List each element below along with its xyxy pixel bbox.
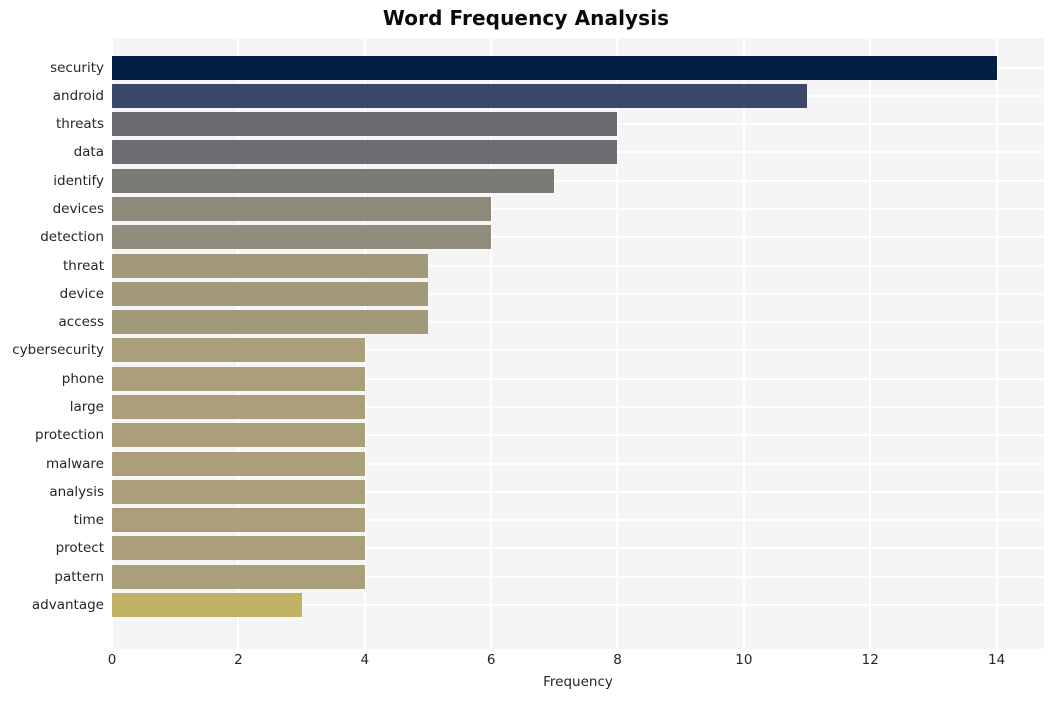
x-axis-label: Frequency xyxy=(543,674,613,690)
y-tick-label-large: large xyxy=(69,398,104,415)
x-tick-label-6: 6 xyxy=(486,652,496,668)
bar-time[interactable] xyxy=(112,508,365,533)
bar-security[interactable] xyxy=(112,55,997,80)
y-tick-label-data: data xyxy=(73,144,104,161)
bar-protect[interactable] xyxy=(112,536,365,561)
y-tick-label-android: android xyxy=(52,87,104,104)
bar-access[interactable] xyxy=(112,310,428,335)
bar-analysis[interactable] xyxy=(112,479,365,504)
gridline-vertical xyxy=(869,38,872,649)
x-tick-label-8: 8 xyxy=(613,652,622,668)
bar-device[interactable] xyxy=(112,281,428,306)
plot-area xyxy=(112,38,1044,649)
bar-identify[interactable] xyxy=(112,168,555,193)
y-tick-label-devices: devices xyxy=(52,200,104,217)
y-tick-label-protect: protect xyxy=(55,540,104,557)
y-tick-label-time: time xyxy=(73,512,104,529)
y-tick-label-protection: protection xyxy=(35,427,104,444)
x-tick-label-4: 4 xyxy=(360,652,370,668)
y-tick-label-analysis: analysis xyxy=(49,483,104,500)
x-tick-label-10: 10 xyxy=(735,652,753,668)
chart-title: Word Frequency Analysis xyxy=(382,6,670,30)
bar-pattern[interactable] xyxy=(112,564,365,589)
y-tick-label-access: access xyxy=(58,314,105,331)
x-tick-label-12: 12 xyxy=(861,652,879,668)
y-tick-label-security: security xyxy=(50,59,104,76)
x-tick-label-2: 2 xyxy=(234,652,243,668)
bar-malware[interactable] xyxy=(112,451,365,476)
x-tick-label-0: 0 xyxy=(107,652,117,668)
gridline-vertical xyxy=(742,38,745,649)
y-tick-label-malware: malware xyxy=(45,455,104,472)
y-tick-label-cybersecurity: cybersecurity xyxy=(12,342,104,359)
bar-android[interactable] xyxy=(112,83,808,108)
y-tick-label-identify: identify xyxy=(53,172,104,189)
bar-large[interactable] xyxy=(112,394,365,419)
y-tick-label-detection: detection xyxy=(40,229,104,246)
bar-threat[interactable] xyxy=(112,253,428,278)
y-tick-label-advantage: advantage xyxy=(31,596,104,613)
bar-threats[interactable] xyxy=(112,112,618,137)
bar-devices[interactable] xyxy=(112,196,492,221)
y-tick-label-device: device xyxy=(59,285,104,302)
bar-phone[interactable] xyxy=(112,366,365,391)
y-tick-label-threats: threats xyxy=(55,116,104,133)
x-tick-label-14: 14 xyxy=(988,652,1006,668)
bar-cybersecurity[interactable] xyxy=(112,338,365,363)
bar-data[interactable] xyxy=(112,140,618,165)
y-axis-tick-labels: security android threats data identify device… xyxy=(0,38,104,649)
y-tick-label-threat: threat xyxy=(63,257,104,274)
word-frequency-chart-figure: Word Frequency Analysis security android t… xyxy=(0,0,1052,701)
y-tick-label-phone: phone xyxy=(61,370,104,387)
bar-protection[interactable] xyxy=(112,423,365,448)
bar-advantage[interactable] xyxy=(112,592,302,617)
y-tick-label-pattern: pattern xyxy=(54,568,104,585)
bar-detection[interactable] xyxy=(112,225,492,250)
x-axis-tick-labels: 0 2 4 6 8 10 12 14 xyxy=(0,652,1052,674)
gridline-vertical xyxy=(995,38,998,649)
